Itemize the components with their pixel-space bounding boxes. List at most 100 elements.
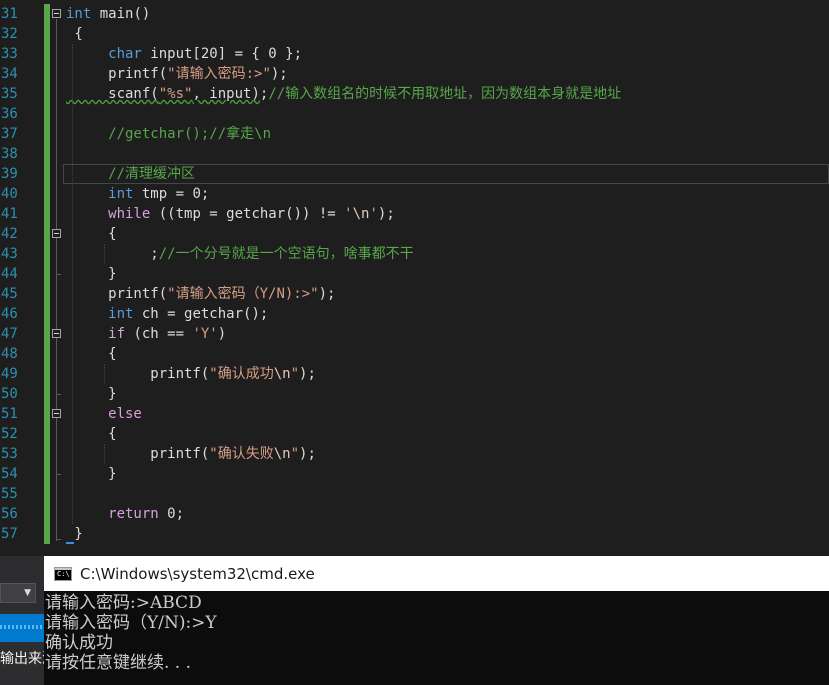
- code-token: ;: [66, 246, 159, 262]
- code-token: if: [66, 326, 126, 342]
- code-token: );: [270, 66, 288, 82]
- code-line[interactable]: }: [66, 384, 829, 404]
- indent-guide: [104, 364, 106, 384]
- line-number: 55: [1, 486, 18, 502]
- code-line[interactable]: [66, 484, 829, 504]
- code-token: }: [66, 526, 83, 542]
- code-token: while: [66, 206, 151, 222]
- code-token: ((tmp = getchar()) !=: [150, 206, 345, 222]
- line-number: 54: [1, 466, 18, 482]
- code-line[interactable]: printf("请输入密码:>");: [66, 64, 829, 84]
- code-line[interactable]: char input[20] = { 0 };: [66, 44, 829, 64]
- code-line[interactable]: }: [66, 464, 829, 484]
- code-token: ": [290, 366, 300, 382]
- code-line[interactable]: int main(): [66, 4, 829, 24]
- line-number: 32: [1, 26, 18, 42]
- code-line[interactable]: //清理缓冲区: [63, 164, 829, 184]
- indent-guide: [104, 244, 106, 264]
- code-line[interactable]: {: [66, 24, 829, 44]
- line-number: 34: [1, 66, 18, 82]
- console-output[interactable]: 请输入密码:>ABCD 请输入密码（Y/N):>Y 确认成功 请按任意键继续. . .: [44, 591, 829, 685]
- line-number: 36: [1, 106, 18, 122]
- code-line[interactable]: {: [66, 424, 829, 444]
- line-number: 46: [1, 306, 18, 322]
- code-token: tmp = 0;: [133, 186, 210, 202]
- change-tracking-bar: [44, 4, 50, 544]
- fold-end-marker: [56, 539, 61, 540]
- line-number: 33: [1, 46, 18, 62]
- code-token: else: [66, 406, 142, 422]
- code-token: "%s": [158, 86, 193, 102]
- code-token: scanf(: [66, 86, 159, 102]
- code-line[interactable]: {: [66, 344, 829, 364]
- code-line[interactable]: {: [66, 224, 829, 244]
- code-token: int: [66, 186, 134, 202]
- code-token: \n: [273, 366, 291, 382]
- console-title: C:\Windows\system32\cmd.exe: [80, 564, 315, 583]
- output-source-dropdown[interactable]: ▼: [0, 583, 36, 603]
- line-number: 48: [1, 346, 18, 362]
- code-line[interactable]: printf("请输入密码（Y/N):>");: [66, 284, 829, 304]
- line-number: 37: [1, 126, 18, 142]
- code-token: "确认失败: [209, 446, 274, 462]
- console-output-line: 确认成功: [45, 633, 113, 653]
- code-area[interactable]: int main() { char input[20] = { 0 }; pri…: [63, 4, 829, 544]
- code-token: );: [299, 446, 316, 462]
- code-token: ): [217, 326, 227, 342]
- code-line[interactable]: }: [66, 524, 829, 544]
- fold-collapse-icon[interactable]: [52, 409, 61, 418]
- console-window[interactable]: C:\ C:\Windows\system32\cmd.exe 请输入密码:>A…: [44, 556, 829, 685]
- line-number: 41: [1, 206, 18, 222]
- code-editor[interactable]: 31 32 33 34 35 36 37 38 39 40 41 42 43 44 45 46 47 48 49 50…: [0, 0, 829, 556]
- code-token: int: [66, 306, 134, 322]
- line-number: 50: [1, 386, 18, 402]
- code-line[interactable]: //getchar();//拿走\n: [66, 124, 829, 144]
- code-token: (ch ==: [125, 326, 193, 342]
- fold-collapse-icon[interactable]: [52, 329, 61, 338]
- code-token: printf(: [66, 366, 210, 382]
- code-line[interactable]: int ch = getchar();: [66, 304, 829, 324]
- fold-collapse-icon[interactable]: [52, 229, 61, 238]
- code-token: );: [299, 366, 316, 382]
- indent-guide: [104, 444, 106, 464]
- code-line[interactable]: }: [66, 264, 829, 284]
- code-token: "请输入密码（Y/N):>": [167, 286, 319, 302]
- fold-end-marker: [56, 474, 61, 475]
- console-output-line: 请按任意键继续. . .: [45, 653, 192, 673]
- code-line[interactable]: [66, 104, 829, 124]
- code-comment: //getchar();//拿走\n: [66, 126, 272, 142]
- code-line[interactable]: printf("确认失败\n");: [66, 444, 829, 464]
- line-number: 52: [1, 426, 18, 442]
- line-number: 35: [1, 86, 18, 102]
- code-token: ': [344, 206, 353, 222]
- line-number: 57: [1, 526, 18, 542]
- code-token: ": [290, 446, 300, 462]
- code-token: printf(: [66, 446, 210, 462]
- code-line[interactable]: ;//一个分号就是一个空语句，啥事都不干: [66, 244, 829, 264]
- console-title-bar[interactable]: C:\ C:\Windows\system32\cmd.exe: [44, 556, 829, 591]
- brace-match-marker: [66, 542, 74, 544]
- code-line[interactable]: printf("确认成功\n");: [66, 364, 829, 384]
- cmd-icon: C:\: [54, 566, 72, 581]
- code-comment: //输入数组名的时候不用取地址，因为数组本身就是地址: [268, 86, 622, 102]
- code-token: , input): [192, 86, 260, 102]
- code-line[interactable]: while ((tmp = getchar()) != '\n');: [66, 204, 829, 224]
- line-number: 51: [1, 406, 18, 422]
- code-token: ': [369, 206, 378, 222]
- code-line[interactable]: [66, 144, 829, 164]
- output-panel-label: 输出来源: [0, 651, 44, 667]
- line-number: 38: [1, 146, 18, 162]
- code-line[interactable]: scanf("%s", input);//输入数组名的时候不用取地址，因为数组本…: [66, 84, 829, 104]
- fold-collapse-icon[interactable]: [52, 9, 61, 18]
- line-number: 44: [1, 266, 18, 282]
- code-line[interactable]: else: [66, 404, 829, 424]
- code-token: ch = getchar();: [133, 306, 269, 322]
- line-number: 56: [1, 506, 18, 522]
- code-token: int: [66, 6, 92, 22]
- code-line[interactable]: int tmp = 0;: [66, 184, 829, 204]
- code-line[interactable]: if (ch == 'Y'): [66, 324, 829, 344]
- fold-end-marker: [56, 394, 61, 395]
- line-number: 49: [1, 366, 18, 382]
- code-line[interactable]: return 0;: [66, 504, 829, 524]
- code-token: 'Y': [192, 326, 218, 342]
